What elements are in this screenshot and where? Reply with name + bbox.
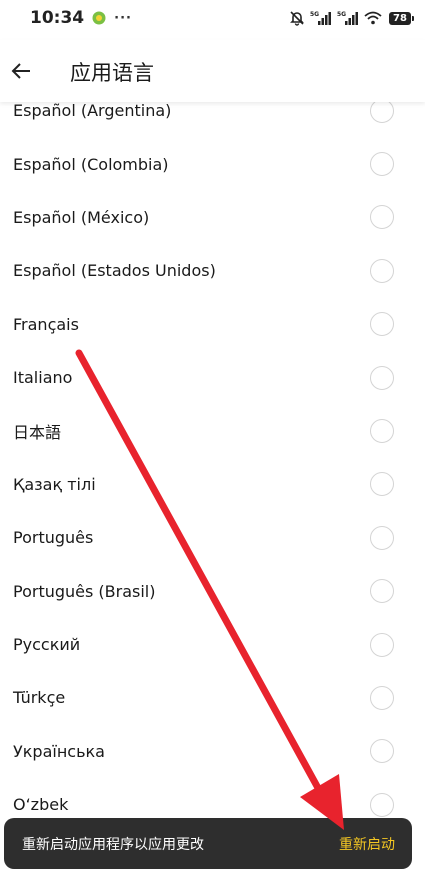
language-item[interactable]: 日本語 bbox=[0, 404, 425, 457]
language-label: Español (Estados Unidos) bbox=[13, 261, 216, 281]
language-item[interactable]: Español (México) bbox=[0, 191, 425, 244]
language-label: Русский bbox=[13, 635, 81, 655]
language-label: Українська bbox=[13, 741, 105, 761]
more-notifications-indicator: ··· bbox=[114, 10, 132, 26]
language-item[interactable]: Русский bbox=[0, 618, 425, 671]
restart-button[interactable]: 重新启动 bbox=[339, 834, 395, 854]
language-radio[interactable] bbox=[370, 152, 394, 177]
language-radio[interactable] bbox=[370, 312, 394, 337]
language-radio[interactable] bbox=[370, 739, 394, 764]
language-label: O‘zbek bbox=[13, 795, 69, 815]
restart-snackbar: 重新启动应用程序以应用更改 重新启动 bbox=[4, 818, 412, 869]
language-item[interactable]: Français bbox=[0, 298, 425, 351]
svg-text:5G: 5G bbox=[310, 11, 319, 18]
status-bar: 10:34 ··· 5G 5G 78 bbox=[0, 0, 425, 36]
language-label: Español (Colombia) bbox=[13, 154, 169, 174]
language-radio[interactable] bbox=[370, 98, 394, 123]
language-label: 日本語 bbox=[13, 423, 62, 443]
language-list: Español (Argentina) Español (Colombia) E… bbox=[0, 84, 425, 831]
language-radio[interactable] bbox=[370, 525, 394, 550]
back-arrow-icon bbox=[11, 63, 30, 79]
back-button[interactable] bbox=[0, 49, 44, 93]
app-language-screen: 10:34 ··· 5G 5G 78 应用语言 Español (Argenti… bbox=[0, 0, 425, 874]
language-radio[interactable] bbox=[370, 258, 394, 283]
language-radio[interactable] bbox=[370, 472, 394, 497]
language-label: Español (México) bbox=[13, 207, 150, 227]
language-item[interactable]: Italiano bbox=[0, 351, 425, 404]
language-radio[interactable] bbox=[370, 685, 394, 710]
status-time: 10:34 bbox=[30, 8, 85, 28]
status-left: 10:34 ··· bbox=[30, 8, 132, 28]
language-radio[interactable] bbox=[370, 632, 394, 657]
language-item[interactable]: Türkçe bbox=[0, 671, 425, 724]
language-item[interactable]: Қазақ тілі bbox=[0, 458, 425, 511]
language-label: Қазақ тілі bbox=[13, 474, 96, 494]
battery-icon: 78 bbox=[389, 11, 414, 25]
wifi-icon bbox=[364, 11, 382, 25]
language-radio[interactable] bbox=[370, 365, 394, 390]
status-right: 5G 5G 78 bbox=[289, 10, 414, 26]
language-radio[interactable] bbox=[370, 205, 394, 230]
language-item[interactable]: Português bbox=[0, 511, 425, 564]
language-radio[interactable] bbox=[370, 419, 394, 444]
app-bar: 应用语言 bbox=[0, 40, 425, 102]
battery-level: 78 bbox=[393, 12, 407, 24]
language-label: Português bbox=[13, 528, 94, 548]
language-item[interactable]: Português (Brasil) bbox=[0, 565, 425, 618]
language-label: Português (Brasil) bbox=[13, 581, 156, 601]
language-label: Türkçe bbox=[13, 688, 66, 708]
svg-text:5G: 5G bbox=[337, 11, 346, 18]
language-label: Español (Argentina) bbox=[13, 101, 172, 121]
signal-5g-icon-2: 5G bbox=[337, 10, 359, 26]
page-title: 应用语言 bbox=[70, 61, 154, 85]
language-item[interactable]: Español (Estados Unidos) bbox=[0, 244, 425, 297]
language-item[interactable]: Español (Colombia) bbox=[0, 137, 425, 190]
language-radio[interactable] bbox=[370, 792, 394, 817]
language-radio[interactable] bbox=[370, 579, 394, 604]
language-label: Français bbox=[13, 314, 79, 334]
app-notification-icon bbox=[92, 11, 106, 25]
language-label: Italiano bbox=[13, 368, 73, 388]
language-item[interactable]: Українська bbox=[0, 725, 425, 778]
mute-bell-icon bbox=[289, 10, 305, 26]
signal-5g-icon: 5G bbox=[310, 10, 332, 26]
snackbar-message: 重新启动应用程序以应用更改 bbox=[22, 836, 204, 853]
